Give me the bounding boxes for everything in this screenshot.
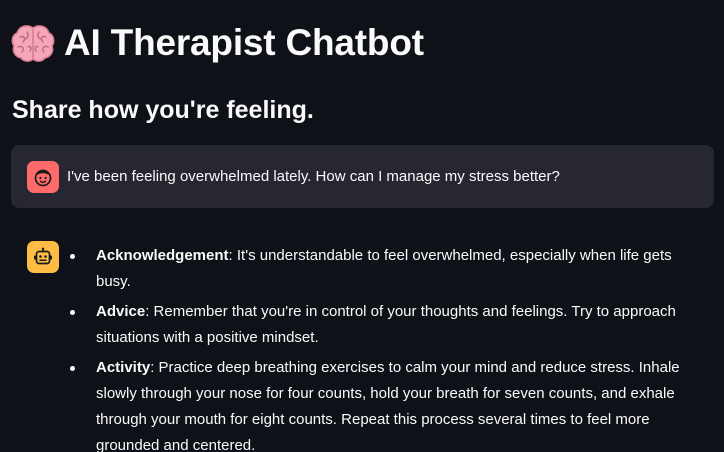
bullet-icon	[70, 254, 75, 259]
list-item: Advice: Remember that you're in control …	[68, 299, 708, 351]
assistant-response-list: Acknowledgement: It's understandable to …	[68, 241, 708, 452]
list-item-text: : Practice deep breathing exercises to c…	[96, 359, 680, 452]
page-title-text: AI Therapist Chatbot	[64, 22, 424, 63]
page-title: AI Therapist Chatbot	[10, 20, 424, 66]
user-message-text: I've been feeling overwhelmed lately. Ho…	[67, 168, 560, 185]
user-avatar	[27, 160, 59, 193]
list-item-term: Activity	[96, 359, 151, 376]
list-item-text: : Remember that you're in control of you…	[96, 303, 676, 346]
chat-page: AI Therapist Chatbot Share how you're fe…	[0, 0, 724, 452]
user-message: I've been feeling overwhelmed lately. Ho…	[11, 145, 714, 208]
list-item: Activity: Practice deep breathing exerci…	[68, 355, 708, 452]
list-item: Acknowledgement: It's understandable to …	[68, 241, 708, 295]
user-face-icon	[34, 169, 52, 186]
assistant-avatar	[27, 241, 59, 273]
list-item-term: Acknowledgement	[96, 247, 229, 264]
bullet-icon	[70, 310, 75, 315]
bullet-icon	[70, 366, 75, 371]
list-item-term: Advice	[96, 303, 146, 320]
robot-face-icon	[34, 247, 52, 265]
page-subtitle: Share how you're feeling.	[12, 96, 314, 124]
brain-icon	[11, 25, 55, 62]
